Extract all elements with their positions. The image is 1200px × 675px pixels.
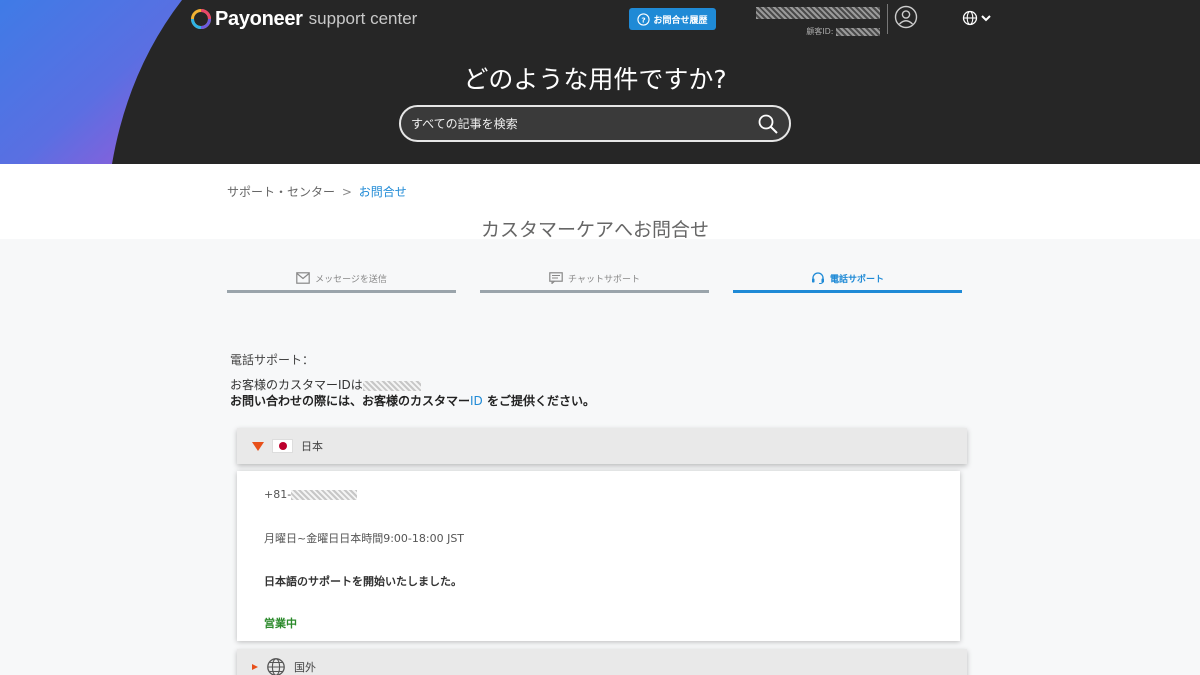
mail-icon bbox=[296, 272, 310, 284]
breadcrumb-home-link[interactable]: サポート・センター bbox=[227, 185, 335, 199]
tab-label: メッセージを送信 bbox=[315, 274, 387, 285]
logo-subtitle: support center bbox=[308, 9, 418, 28]
phone-prefix: +81- bbox=[264, 488, 292, 501]
instruction-id-text: ID bbox=[470, 394, 483, 408]
customer-id-label: 顧客ID: bbox=[806, 27, 834, 36]
tab-chat-support[interactable]: チャットサポート bbox=[480, 266, 709, 293]
open-status-badge: 営業中 bbox=[264, 617, 297, 630]
search-input[interactable] bbox=[411, 116, 757, 131]
chevron-down-icon bbox=[981, 15, 991, 22]
inquiry-history-button[interactable]: ? お問合せ履歴 bbox=[629, 8, 716, 30]
customer-id-line: お客様のカスタマーIDは bbox=[230, 377, 595, 393]
site-header: Payoneer support center ? お問合せ履歴 顧客ID: ど… bbox=[0, 0, 1200, 164]
account-info: 顧客ID: bbox=[740, 4, 880, 37]
region-accordion-international[interactable]: 国外 bbox=[237, 649, 967, 675]
support-notice: 日本語のサポートを開始いたしました。 bbox=[264, 575, 462, 588]
hero-title: どのような用件ですか? bbox=[463, 65, 727, 94]
customer-id-text: お客様のカスタマーIDは bbox=[230, 378, 363, 392]
expanded-arrow-icon bbox=[252, 441, 264, 451]
payoneer-logo[interactable]: Payoneer support center bbox=[190, 6, 417, 32]
inquiry-history-label: お問合せ履歴 bbox=[653, 15, 708, 26]
globe-icon bbox=[962, 10, 978, 26]
header-divider bbox=[887, 4, 888, 34]
tab-label: チャットサポート bbox=[568, 274, 640, 285]
svg-text:?: ? bbox=[642, 15, 646, 24]
logo-ring-icon bbox=[191, 9, 211, 29]
region-name: 日本 bbox=[301, 440, 323, 453]
customer-id-value-redacted bbox=[362, 380, 421, 391]
tab-send-message[interactable]: メッセージを送信 bbox=[227, 266, 456, 293]
phone-support-heading: 電話サポート： bbox=[230, 353, 315, 367]
search-bar bbox=[399, 105, 791, 142]
page-title: カスタマーケアへお問合せ bbox=[480, 219, 709, 241]
phone-support-intro: 電話サポート： お客様のカスタマーIDは お問い合わせの際には、お客様のカスタマ… bbox=[230, 352, 595, 409]
customer-id-redacted bbox=[836, 27, 880, 36]
logo-wordmark: Payoneer bbox=[215, 7, 303, 30]
language-selector[interactable] bbox=[962, 10, 992, 26]
collapsed-arrow-icon bbox=[252, 664, 258, 670]
instruction-prefix: お問い合わせの際には、お客様のカスタマー bbox=[230, 394, 471, 408]
breadcrumb-current[interactable]: お問合せ bbox=[359, 185, 407, 199]
user-profile-icon[interactable] bbox=[894, 5, 918, 29]
search-icon[interactable] bbox=[757, 113, 779, 135]
instruction-line: お問い合わせの際には、お客様のカスタマーID をご提供ください。 bbox=[230, 393, 595, 409]
instruction-suffix: をご提供ください。 bbox=[482, 394, 595, 408]
region-name: 国外 bbox=[294, 661, 316, 674]
account-name-redacted bbox=[756, 7, 880, 19]
business-hours: 月曜日~金曜日日本時間9:00-18:00 JST bbox=[264, 532, 465, 545]
tab-phone-support[interactable]: 電話サポート bbox=[733, 266, 962, 293]
headset-icon bbox=[811, 272, 824, 284]
breadcrumb: サポート・センター > お問合せ bbox=[227, 183, 407, 200]
contact-method-tabs: メッセージを送信 チャットサポート 電話サポート bbox=[227, 266, 963, 293]
tab-label: 電話サポート bbox=[829, 274, 884, 285]
question-bubble-icon: ? bbox=[637, 12, 651, 26]
phone-number-redacted bbox=[291, 490, 358, 500]
phone-number: +81- bbox=[264, 488, 358, 501]
region-accordion-japan[interactable]: 日本 bbox=[237, 428, 967, 464]
japan-phone-details: +81- 月曜日~金曜日日本時間9:00-18:00 JST 日本語のサポートを… bbox=[237, 471, 960, 641]
breadcrumb-separator: > bbox=[341, 185, 352, 199]
globe-icon bbox=[267, 658, 285, 675]
chat-icon bbox=[549, 272, 563, 284]
japan-flag-icon bbox=[272, 439, 293, 453]
